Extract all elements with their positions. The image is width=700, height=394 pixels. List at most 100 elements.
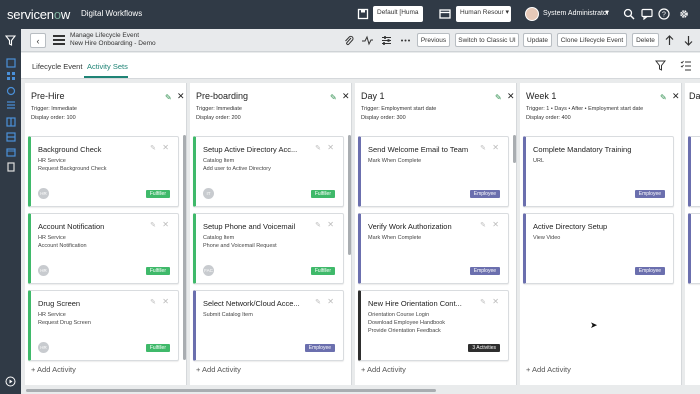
column-scrollbar[interactable] (348, 135, 351, 255)
edit-icon[interactable]: ✎ (315, 298, 321, 306)
attachment-icon[interactable] (343, 35, 354, 46)
sliders-icon[interactable] (381, 35, 392, 46)
chevron-down-icon[interactable]: ▼ (604, 10, 610, 16)
board-horizontal-scrollbar-thumb[interactable] (26, 389, 436, 392)
add-activity-button[interactable]: + Add Activity (31, 365, 76, 374)
dashboard-icon[interactable] (5, 58, 16, 68)
card-type: Mark When Complete (368, 235, 422, 241)
activity-card[interactable]: Account Notification ✎ ✕ HR Service Accou… (28, 213, 179, 284)
activity-card[interactable]: Active Directory Setup View Video Employ… (523, 213, 674, 284)
activity-card[interactable]: New Hire Orientation Cont... ✎ ✕ Orientat… (358, 290, 509, 361)
switch-classic-ui-button[interactable]: Switch to Classic UI (455, 33, 519, 47)
edit-icon[interactable]: ✎ (150, 144, 156, 152)
back-button[interactable]: ‹ (30, 33, 46, 48)
activity-icon[interactable] (362, 35, 373, 46)
clone-lifecycle-event-button[interactable]: Clone Lifecycle Event (557, 33, 627, 47)
scope-select[interactable]: Default [Huma (373, 6, 423, 22)
checklist-icon[interactable] (680, 60, 691, 71)
activity-card[interactable]: Verify Work Authorization ✎ ✕ Mark When C… (358, 213, 509, 284)
calendar-icon[interactable] (5, 147, 16, 157)
more-options-icon[interactable] (400, 35, 411, 46)
add-activity-button[interactable]: + Add Activity (196, 365, 241, 374)
close-icon[interactable]: ✕ (162, 297, 169, 306)
close-icon[interactable]: ✕ (327, 143, 334, 152)
activity-card[interactable]: Setup Phone and Voicemail ✎ ✕ Catalog Ite… (193, 213, 344, 284)
servicenow-logo[interactable]: servicenow (7, 7, 70, 22)
edit-icon[interactable]: ✎ (480, 221, 486, 229)
table-icon[interactable] (5, 132, 16, 142)
application-select[interactable]: Human Resour ▾ (456, 6, 511, 22)
edit-icon[interactable]: ✎ (150, 298, 156, 306)
close-icon[interactable]: ✕ (507, 91, 515, 102)
close-icon[interactable]: ✕ (162, 143, 169, 152)
add-activity-button[interactable]: + Add Activity (526, 365, 571, 374)
group-avatar: FAC (203, 265, 214, 276)
arrow-up-icon[interactable] (664, 35, 675, 46)
close-icon[interactable]: ✕ (162, 220, 169, 229)
chat-icon[interactable] (640, 7, 654, 21)
hamburger-menu-icon[interactable] (53, 35, 65, 45)
activity-card[interactable] (688, 136, 700, 207)
app-icon[interactable] (438, 7, 452, 21)
edit-icon[interactable]: ✎ (480, 144, 486, 152)
cog-icon[interactable] (5, 86, 16, 96)
card-title: Active Directory Setup (533, 222, 608, 231)
scope-icon[interactable] (356, 7, 370, 21)
filter-icon[interactable] (655, 60, 666, 71)
document-icon[interactable] (5, 162, 16, 172)
user-avatar[interactable] (525, 7, 539, 21)
edit-icon[interactable]: ✎ (150, 221, 156, 229)
activity-card[interactable]: Background Check ✎ ✕ HR Service Request B… (28, 136, 179, 207)
card-title: Send Welcome Email to Team (368, 145, 469, 154)
edit-icon[interactable]: ✎ (165, 93, 172, 102)
edit-icon[interactable]: ✎ (330, 93, 337, 102)
filter-icon[interactable] (5, 34, 16, 46)
edit-icon[interactable]: ✎ (480, 298, 486, 306)
audience-badge: Fulfiller (145, 267, 170, 275)
close-icon[interactable]: ✕ (342, 91, 350, 102)
close-icon[interactable]: ✕ (672, 91, 680, 102)
play-icon[interactable] (5, 376, 16, 386)
settings-icon[interactable] (677, 7, 691, 21)
column-scrollbar[interactable] (513, 135, 516, 163)
activity-card[interactable]: Setup Active Directory Acc... ✎ ✕ Catalog… (193, 136, 344, 207)
activity-card[interactable]: Complete Mandatory Training URL Employee (523, 136, 674, 207)
edit-icon[interactable]: ✎ (315, 144, 321, 152)
update-button[interactable]: Update (523, 33, 552, 47)
edit-icon[interactable]: ✎ (495, 93, 502, 102)
group-avatar: HR (38, 342, 49, 353)
audience-badge: Fulfiller (145, 344, 170, 352)
close-icon[interactable]: ✕ (327, 297, 334, 306)
card-type: Submit Catalog Item (203, 312, 253, 318)
layout-icon[interactable] (5, 117, 16, 127)
card-sub-activity: Orientation Course Login (368, 312, 430, 318)
mouse-cursor-icon: ➤ (590, 320, 598, 330)
activity-card[interactable] (688, 213, 700, 284)
close-icon[interactable]: ✕ (327, 220, 334, 229)
close-icon[interactable]: ✕ (492, 297, 499, 306)
activity-card[interactable]: Send Welcome Email to Team ✎ ✕ Mark When … (358, 136, 509, 207)
previous-button[interactable]: Previous (417, 33, 450, 47)
tab-lifecycle-event[interactable]: Lifecycle Event (32, 62, 82, 71)
search-icon[interactable] (622, 7, 636, 21)
card-type: HR Service (38, 158, 66, 164)
edit-icon[interactable]: ✎ (660, 93, 667, 102)
edit-icon[interactable]: ✎ (315, 221, 321, 229)
arrow-down-icon[interactable] (683, 35, 694, 46)
user-name[interactable]: System Administrator (543, 10, 609, 17)
tab-activity-sets[interactable]: Activity Sets (87, 62, 128, 71)
card-title: Background Check (38, 145, 102, 154)
close-icon[interactable]: ✕ (492, 143, 499, 152)
delete-button[interactable]: Delete (632, 33, 659, 47)
close-icon[interactable]: ✕ (492, 220, 499, 229)
list-icon[interactable] (5, 100, 16, 110)
add-activity-button[interactable]: + Add Activity (361, 365, 406, 374)
close-icon[interactable]: ✕ (177, 91, 185, 102)
activity-card[interactable]: Select Network/Cloud Acce... ✎ ✕ Submit C… (193, 290, 344, 361)
column-scrollbar[interactable] (183, 135, 186, 360)
grid-icon[interactable] (5, 71, 16, 81)
card-title: Drug Screen (38, 299, 81, 308)
card-detail: Add user to Active Directory (203, 166, 271, 172)
activity-card[interactable]: Drug Screen ✎ ✕ HR Service Request Drug S… (28, 290, 179, 361)
help-icon[interactable]: ? (657, 7, 671, 21)
